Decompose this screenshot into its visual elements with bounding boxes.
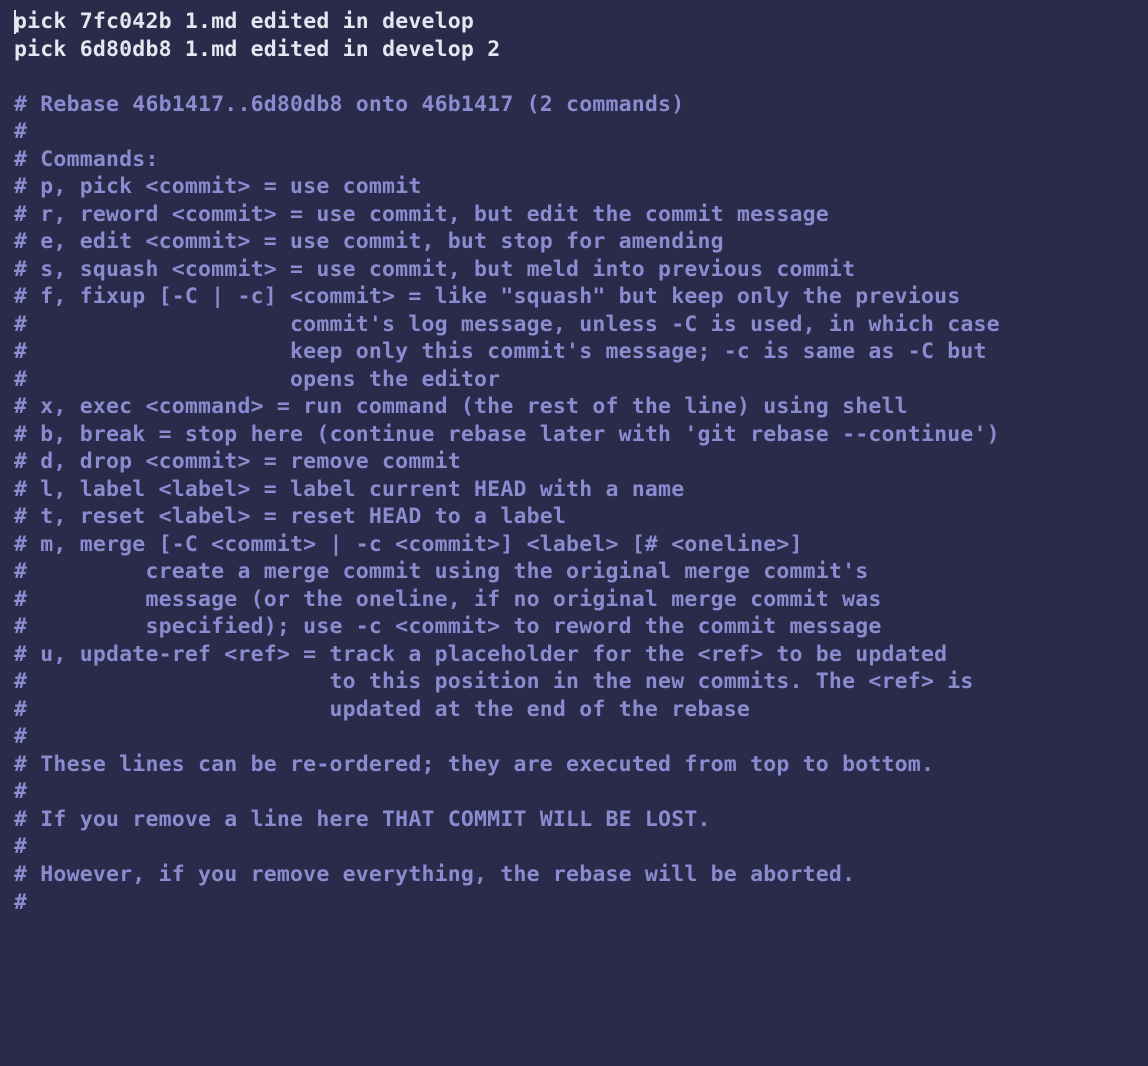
comment-line: # Rebase 46b1417..6d80db8 onto 46b1417 (… xyxy=(14,92,684,117)
pick-hash-1: 6d80db8 xyxy=(80,37,172,62)
comment-line: # t, reset <label> = reset HEAD to a lab… xyxy=(14,504,566,529)
comment-line: # s, squash <commit> = use commit, but m… xyxy=(14,257,855,282)
comment-line: # d, drop <commit> = remove commit xyxy=(14,449,461,474)
comment-line: # These lines can be re-ordered; they ar… xyxy=(14,752,934,777)
comment-line: # specified); use -c <commit> to reword … xyxy=(14,614,882,639)
comment-line: # l, label <label> = label current HEAD … xyxy=(14,477,684,502)
comment-line: # keep only this commit's message; -c is… xyxy=(14,339,987,364)
pick-line-0: pick 7fc042b 1.md edited in develop xyxy=(14,9,474,34)
pick-hash-0: 7fc042b xyxy=(80,9,172,34)
comment-line: # message (or the oneline, if no origina… xyxy=(14,587,882,612)
pick-line-1: pick 6d80db8 1.md edited in develop 2 xyxy=(14,37,500,62)
pick-cmd-1: pick xyxy=(14,37,67,62)
comment-line: # However, if you remove everything, the… xyxy=(14,862,855,887)
comment-line: # create a merge commit using the origin… xyxy=(14,559,868,584)
comment-line: # xyxy=(14,779,27,804)
comment-line: # x, exec <command> = run command (the r… xyxy=(14,394,908,419)
comment-line: # to this position in the new commits. T… xyxy=(14,669,974,694)
comment-line: # xyxy=(14,724,27,749)
comment-line: # xyxy=(14,834,27,859)
pick-msg-1: 1.md edited in develop 2 xyxy=(185,37,500,62)
comment-line: # xyxy=(14,890,27,915)
git-rebase-editor[interactable]: pick 7fc042b 1.md edited in develop pick… xyxy=(0,0,1148,1066)
comment-line: # b, break = stop here (continue rebase … xyxy=(14,422,1000,447)
comment-line: # e, edit <commit> = use commit, but sto… xyxy=(14,229,724,254)
comment-line: # p, pick <commit> = use commit xyxy=(14,174,421,199)
comment-line: # u, update-ref <ref> = track a placehol… xyxy=(14,642,947,667)
comment-line: # r, reword <commit> = use commit, but e… xyxy=(14,202,829,227)
comment-block: # Rebase 46b1417..6d80db8 onto 46b1417 (… xyxy=(14,92,1000,915)
comment-line: # opens the editor xyxy=(14,367,500,392)
comment-line: # m, merge [-C <commit> | -c <commit>] <… xyxy=(14,532,803,557)
comment-line: # updated at the end of the rebase xyxy=(14,697,750,722)
comment-line: # Commands: xyxy=(14,147,159,172)
comment-line: # xyxy=(14,119,27,144)
comment-line: # commit's log message, unless -C is use… xyxy=(14,312,1000,337)
comment-line: # If you remove a line here THAT COMMIT … xyxy=(14,807,711,832)
pick-cmd-0: pick xyxy=(14,9,67,34)
pick-msg-0: 1.md edited in develop xyxy=(185,9,474,34)
comment-line: # f, fixup [-C | -c] <commit> = like "sq… xyxy=(14,284,960,309)
